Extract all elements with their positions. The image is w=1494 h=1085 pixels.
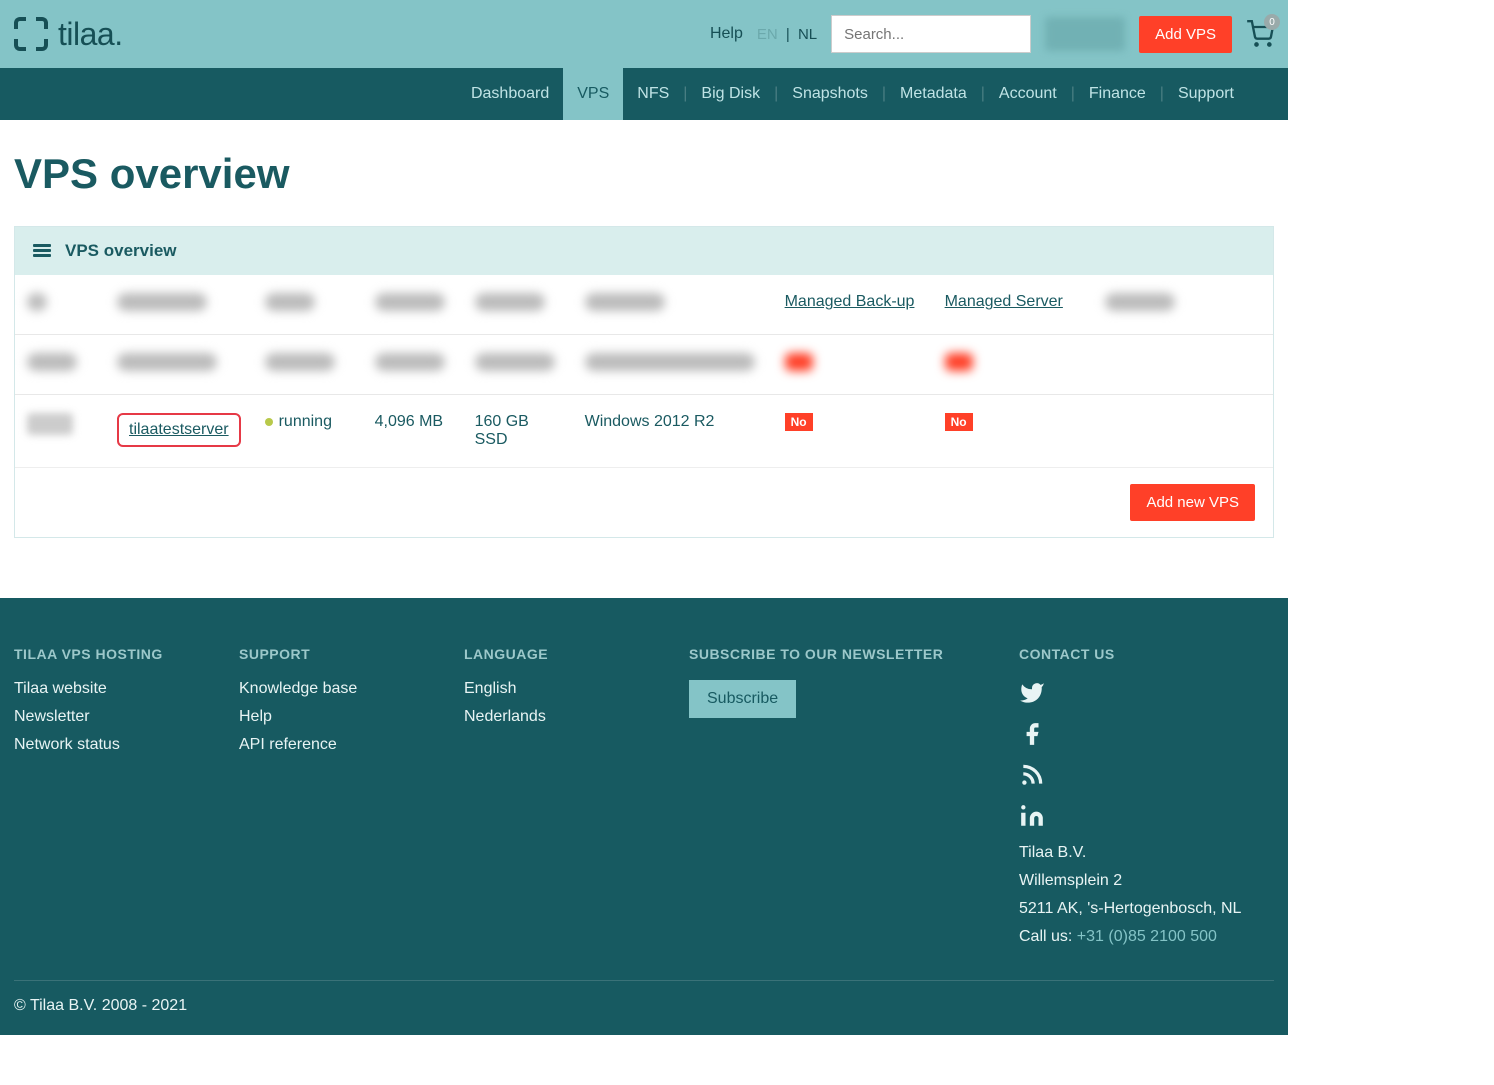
add-new-vps-button[interactable]: Add new VPS bbox=[1130, 484, 1255, 521]
footer-link-english[interactable]: English bbox=[464, 680, 659, 698]
table-row bbox=[15, 335, 1273, 395]
subscribe-button[interactable]: Subscribe bbox=[689, 680, 796, 718]
content: VPS overview VPS overview Managed Back-u… bbox=[0, 120, 1288, 598]
nav-account[interactable]: Account bbox=[985, 68, 1071, 120]
twitter-icon bbox=[1019, 680, 1045, 706]
badge-backup: No bbox=[785, 413, 813, 431]
nav-snapshots[interactable]: Snapshots bbox=[778, 68, 882, 120]
footer-link-network[interactable]: Network status bbox=[14, 736, 209, 754]
server-name-highlight: tilaatestserver bbox=[117, 413, 241, 447]
logo[interactable]: tilaa. bbox=[14, 16, 123, 53]
footer-link-help[interactable]: Help bbox=[239, 708, 434, 726]
footer-heading-support: SUPPORT bbox=[239, 646, 434, 662]
panel-footer: Add new VPS bbox=[15, 467, 1273, 537]
page-title: VPS overview bbox=[14, 150, 1274, 198]
main-nav: Dashboard VPS NFS | Big Disk | Snapshots… bbox=[0, 68, 1288, 120]
nav-finance[interactable]: Finance bbox=[1075, 68, 1160, 120]
social-linkedin[interactable] bbox=[1019, 803, 1274, 834]
panel-title: VPS overview bbox=[65, 241, 177, 261]
cell-os: Windows 2012 R2 bbox=[573, 395, 773, 468]
vps-panel: VPS overview Managed Back-up Managed Ser… bbox=[14, 226, 1274, 538]
contact-phone-line: Call us: +31 (0)85 2100 500 bbox=[1019, 928, 1274, 946]
logo-icon bbox=[14, 17, 48, 51]
footer-heading-hosting: TILAA VPS HOSTING bbox=[14, 646, 209, 662]
contact-company: Tilaa B.V. bbox=[1019, 844, 1274, 862]
table-row: tilaatestserver running 4,096 MB 160 GB … bbox=[15, 395, 1273, 468]
footer-link-website[interactable]: Tilaa website bbox=[14, 680, 209, 698]
footer-link-kb[interactable]: Knowledge base bbox=[239, 680, 434, 698]
social-rss[interactable] bbox=[1019, 762, 1274, 793]
vps-table: Managed Back-up Managed Server bbox=[15, 275, 1273, 467]
footer-link-api[interactable]: API reference bbox=[239, 736, 434, 754]
nav-nfs[interactable]: NFS bbox=[623, 68, 683, 120]
cart-count-badge: 0 bbox=[1264, 14, 1280, 30]
footer-link-nederlands[interactable]: Nederlands bbox=[464, 708, 659, 726]
language-switch: EN | NL bbox=[757, 26, 817, 43]
cart-button[interactable]: 0 bbox=[1246, 20, 1274, 48]
user-menu[interactable] bbox=[1045, 17, 1125, 51]
footer-link-newsletter[interactable]: Newsletter bbox=[14, 708, 209, 726]
social-twitter[interactable] bbox=[1019, 680, 1274, 711]
footer: TILAA VPS HOSTING Tilaa website Newslett… bbox=[0, 598, 1288, 1035]
nav-support[interactable]: Support bbox=[1164, 68, 1248, 120]
server-icon bbox=[33, 244, 51, 258]
nav-vps[interactable]: VPS bbox=[563, 68, 623, 120]
server-name-link[interactable]: tilaatestserver bbox=[129, 421, 229, 438]
nav-bigdisk[interactable]: Big Disk bbox=[687, 68, 774, 120]
linkedin-icon bbox=[1019, 803, 1045, 829]
logo-text: tilaa. bbox=[58, 16, 123, 53]
col-managed-server[interactable]: Managed Server bbox=[945, 293, 1063, 310]
nav-dashboard[interactable]: Dashboard bbox=[457, 68, 563, 120]
lang-en[interactable]: EN bbox=[757, 26, 778, 43]
contact-addr1: Willemsplein 2 bbox=[1019, 872, 1274, 890]
col-managed-backup[interactable]: Managed Back-up bbox=[785, 293, 915, 310]
footer-heading-subscribe: SUBSCRIBE TO OUR NEWSLETTER bbox=[689, 646, 989, 662]
copyright: © Tilaa B.V. 2008 - 2021 bbox=[14, 997, 1274, 1015]
panel-header: VPS overview bbox=[15, 227, 1273, 275]
footer-heading-contact: CONTACT US bbox=[1019, 646, 1274, 662]
rss-icon bbox=[1019, 762, 1045, 788]
search-input[interactable] bbox=[831, 15, 1031, 53]
social-facebook[interactable] bbox=[1019, 721, 1274, 752]
cell-status: running bbox=[253, 395, 363, 468]
cell-memory: 4,096 MB bbox=[363, 395, 463, 468]
phone-link[interactable]: +31 (0)85 2100 500 bbox=[1077, 928, 1217, 945]
cell-storage: 160 GB SSD bbox=[463, 395, 573, 468]
lang-nl[interactable]: NL bbox=[798, 26, 817, 43]
contact-addr2: 5211 AK, 's-Hertogenbosch, NL bbox=[1019, 900, 1274, 918]
status-dot-icon bbox=[265, 418, 273, 426]
add-vps-button[interactable]: Add VPS bbox=[1139, 16, 1232, 53]
facebook-icon bbox=[1019, 721, 1045, 747]
help-link[interactable]: Help bbox=[710, 25, 743, 43]
nav-metadata[interactable]: Metadata bbox=[886, 68, 981, 120]
badge-managed: No bbox=[945, 413, 973, 431]
topbar: tilaa. Help EN | NL Add VPS 0 bbox=[0, 0, 1288, 68]
footer-heading-language: LANGUAGE bbox=[464, 646, 659, 662]
